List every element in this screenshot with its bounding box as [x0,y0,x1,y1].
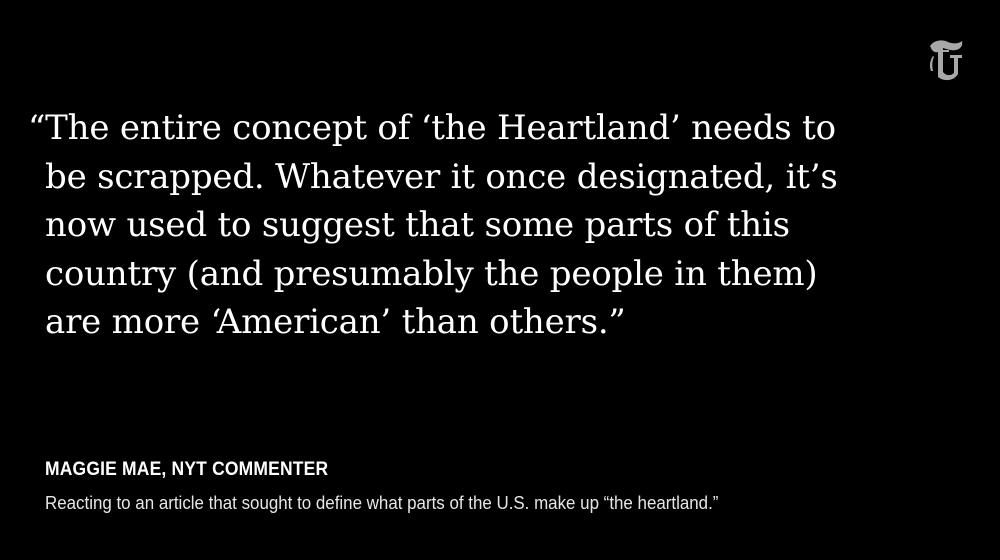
quote-author: MAGGIE MAE, NYT COMMENTER [45,459,329,480]
quote-text: “The entire concept of ‘the Heartland’ n… [28,104,888,347]
quote-card: “The entire concept of ‘the Heartland’ n… [0,0,1000,560]
nyt-t-logo-icon [924,36,968,86]
quote-line-5: are more ‘American’ than others.” [45,302,626,342]
quote-line-1: “The entire concept of ‘the Heartland’ n… [28,108,836,148]
quote-context: Reacting to an article that sought to de… [45,493,719,513]
quote-line-2: be scrapped. Whatever it once designated… [45,156,838,197]
quote-line-3: now used to suggest that some parts of t… [45,205,790,245]
quote-line-4: country (and presumably the people in th… [45,253,818,294]
